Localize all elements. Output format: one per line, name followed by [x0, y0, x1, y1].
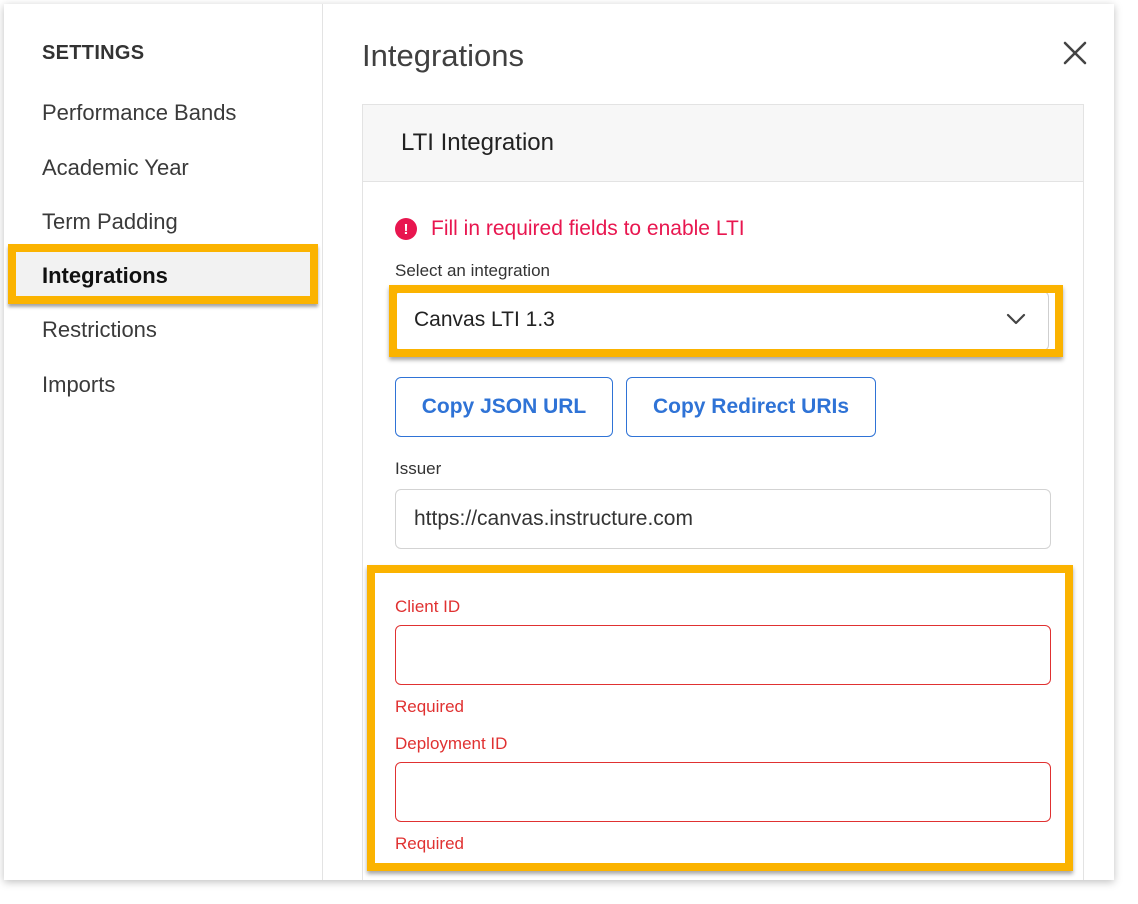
main-panel: Integrations LTI Integration ! Fill in r… — [322, 4, 1114, 880]
issuer-label: Issuer — [395, 459, 442, 478]
alert-message: Fill in required fields to enable LTI — [431, 217, 745, 240]
sidebar-item-academic-year[interactable]: Academic Year — [42, 155, 189, 181]
sidebar-heading: SETTINGS — [42, 42, 145, 64]
select-highlight-box — [389, 285, 1063, 357]
issuer-input[interactable]: https://canvas.instructure.com — [395, 489, 1051, 549]
settings-sidebar: SETTINGS Performance Bands Academic Year… — [4, 4, 323, 880]
copy-json-url-button[interactable]: Copy JSON URL — [395, 377, 613, 437]
issuer-value: https://canvas.instructure.com — [414, 507, 693, 530]
sidebar-item-restrictions[interactable]: Restrictions — [42, 317, 157, 343]
error-circle-icon: ! — [395, 218, 417, 240]
lti-integration-card: LTI Integration ! Fill in required field… — [362, 104, 1084, 880]
sidebar-item-term-padding[interactable]: Term Padding — [42, 209, 178, 235]
sidebar-item-integrations[interactable]: Integrations — [42, 263, 168, 289]
required-fields-highlight-box — [367, 565, 1073, 871]
lti-alert: ! Fill in required fields to enable LTI — [395, 217, 745, 241]
sidebar-item-imports[interactable]: Imports — [42, 372, 115, 398]
close-icon[interactable] — [1062, 40, 1088, 66]
settings-dialog: SETTINGS Performance Bands Academic Year… — [4, 4, 1114, 880]
page-title: Integrations — [362, 38, 524, 73]
card-header: LTI Integration — [363, 105, 1083, 182]
copy-redirect-uris-button[interactable]: Copy Redirect URIs — [626, 377, 876, 437]
card-title: LTI Integration — [401, 129, 554, 156]
select-integration-label: Select an integration — [395, 261, 550, 280]
sidebar-item-performance-bands[interactable]: Performance Bands — [42, 100, 236, 126]
